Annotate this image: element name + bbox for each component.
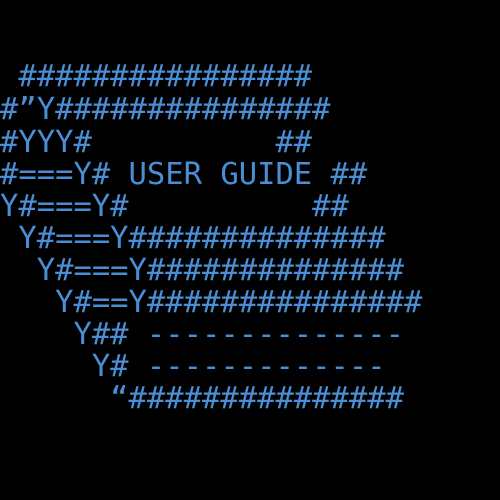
art-line-7: Y#===Y############## [0,253,404,288]
art-line-1: ################ [0,59,313,94]
art-line-11: “############### [0,381,404,416]
art-line-4-title: #===Y# USER GUIDE ## [0,157,368,192]
art-line-3: #YYY# ## [0,125,313,160]
art-line-2: #”Y############### [0,92,331,127]
art-line-9: Y## -------------- [0,317,404,352]
art-line-10: Y# ------------- [0,349,386,384]
art-line-5: Y#===Y# ## [0,189,349,224]
art-line-8: Y#==Y############### [0,285,423,320]
art-line-6: Y#===Y############## [0,221,386,256]
ascii-art-canvas: ################ #”Y############### #YYY… [0,0,500,500]
